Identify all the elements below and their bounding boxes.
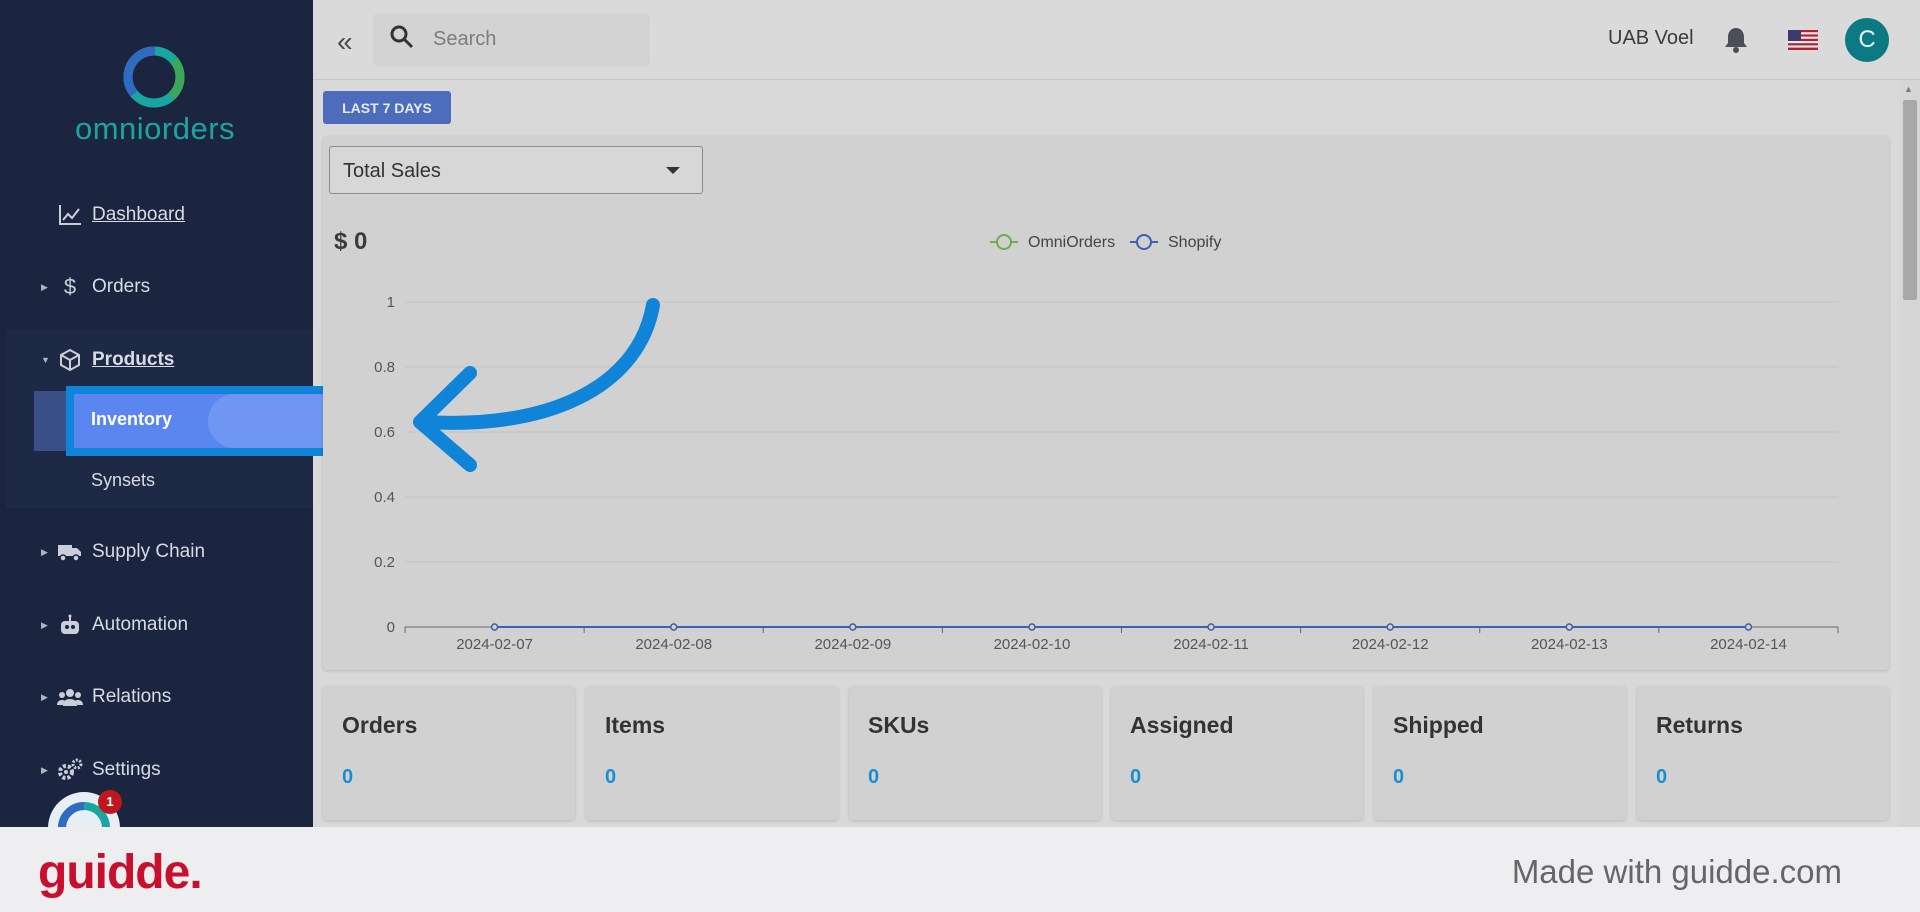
series-point-shopify [669,623,678,631]
stat-title: Shipped [1393,712,1484,738]
stat-title: SKUs [868,712,930,738]
y-tick-label: 1 [387,294,395,311]
stat-card[interactable]: Shipped 0 [1374,686,1626,820]
x-tick-label: 2024-02-14 [1710,636,1787,653]
y-tick-label: 0.6 [374,424,395,441]
legend-marker [996,234,1012,250]
legend-label: OmniOrders [1028,234,1115,251]
stat-title: Items [605,712,666,738]
y-tick-label: 0.4 [374,489,395,506]
stat-value: 0 [868,766,880,788]
stat-card[interactable]: Assigned 0 [1111,686,1363,820]
series-point-shopify [1744,623,1753,631]
series-point-shopify [490,623,499,631]
stat-title: Returns [1656,712,1743,738]
y-tick-label: 0 [387,619,395,636]
made-with-text: Made with guidde.com [1511,853,1842,890]
stat-title: Assigned [1130,712,1234,738]
stat-value: 0 [1393,766,1405,788]
x-tick-label: 2024-02-12 [1352,636,1429,653]
stat-value: 0 [342,766,354,788]
stat-card[interactable]: Returns 0 [1637,686,1889,820]
scroll-up-arrow-icon[interactable]: ▲ [1904,84,1913,94]
legend-label: Shopify [1168,234,1221,251]
stat-value: 0 [605,766,617,788]
legend-marker [1136,234,1152,250]
series-point-shopify [1386,623,1394,631]
y-tick-label: 0.8 [374,359,395,376]
x-tick-label: 2024-02-13 [1531,636,1608,653]
x-tick-label: 2024-02-10 [994,636,1071,653]
stat-card[interactable]: SKUs 0 [849,686,1101,820]
x-tick-label: 2024-02-08 [635,636,712,653]
scrollbar-thumb[interactable] [1903,100,1917,300]
stat-value: 0 [1130,766,1142,788]
series-point-shopify [849,623,857,631]
stat-card[interactable]: Orders 0 [323,686,575,820]
y-tick-label: 0.2 [374,554,395,571]
stat-value: 0 [1656,766,1668,788]
guidde-logo: guidde. [38,846,203,899]
stat-title: Orders [342,712,418,738]
series-point-shopify [1565,623,1574,631]
stat-card[interactable]: Items 0 [586,686,838,820]
x-tick-label: 2024-02-09 [814,636,891,653]
x-tick-label: 2024-02-11 [1173,636,1249,653]
footer: guidde. Made with guidde.com [0,827,1920,912]
x-tick-label: 2024-02-07 [456,636,533,653]
series-point-shopify [1207,623,1215,631]
series-point-shopify [1028,623,1036,631]
